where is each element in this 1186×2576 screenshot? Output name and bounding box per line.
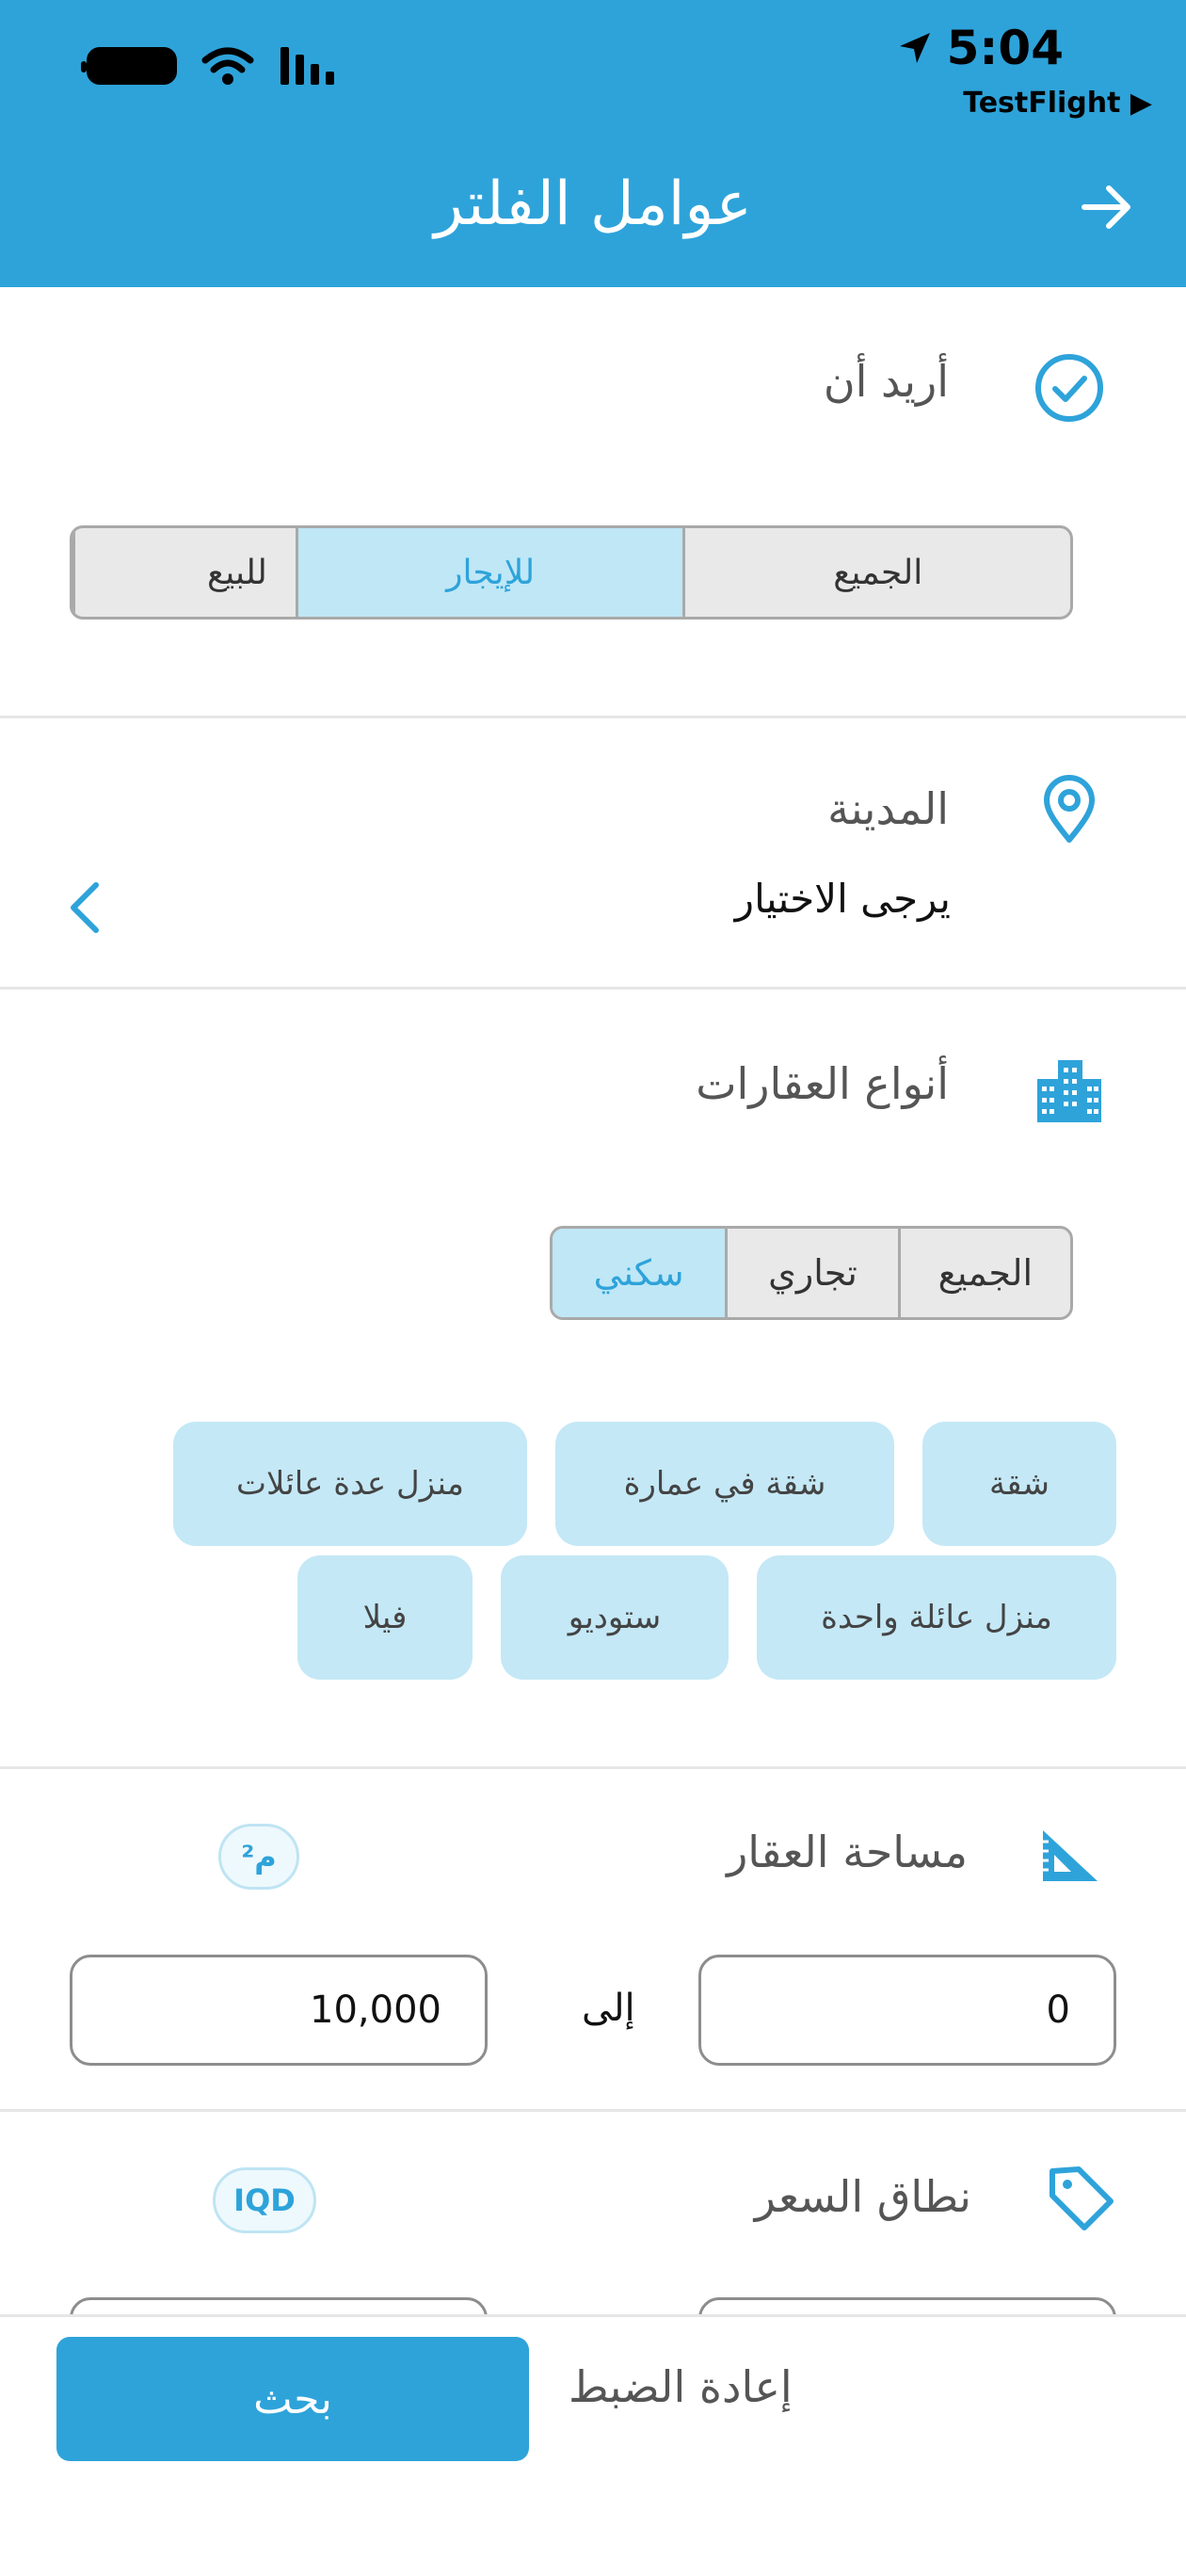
battery-icon	[81, 47, 177, 85]
category-commercial[interactable]: تجاري	[725, 1229, 897, 1317]
page-title: عوامل الفلتر	[434, 169, 752, 239]
divider	[0, 2109, 1186, 2112]
chip-studio[interactable]: ستوديو	[501, 1555, 729, 1680]
category-segmented-control: الجميع تجاري سكني	[550, 1226, 1073, 1320]
search-button[interactable]: بحث	[56, 2337, 529, 2461]
segment-for-sale[interactable]: للبيع	[72, 528, 296, 617]
check-circle-icon	[1035, 354, 1103, 422]
chip-villa[interactable]: فيلا	[297, 1555, 473, 1680]
area-to-label: إلى	[582, 1987, 635, 2030]
city-title: المدينة	[827, 783, 949, 834]
category-residential[interactable]: سكني	[553, 1229, 726, 1317]
chip-single-family-house[interactable]: منزل عائلة واحدة	[757, 1555, 1116, 1680]
status-time: 5:04	[896, 21, 1064, 75]
testflight-label[interactable]: TestFlight ▶	[963, 87, 1152, 120]
segment-all[interactable]: الجميع	[682, 528, 1070, 617]
category-all[interactable]: الجميع	[897, 1229, 1070, 1317]
chip-apartment-in-building[interactable]: شقة في عمارة	[555, 1422, 894, 1546]
reset-button[interactable]: إعادة الضبط	[569, 2361, 793, 2412]
divider	[0, 716, 1186, 718]
price-unit-badge[interactable]: IQD	[213, 2167, 316, 2233]
segment-overflow-mask	[0, 508, 70, 640]
price-tag-icon	[1050, 2166, 1114, 2230]
back-arrow-icon[interactable]	[1073, 174, 1139, 240]
price-title: نطاق السعر	[754, 2171, 971, 2222]
segment-for-rent[interactable]: للإيجار	[295, 528, 683, 617]
area-max-input[interactable]: 10,000	[70, 1955, 488, 2066]
location-arrow-icon	[899, 33, 930, 63]
area-title: مساحة العقار	[727, 1827, 968, 1877]
app-header: 5:04 TestFlight ▶ عوامل الفلتر	[0, 0, 1186, 287]
area-min-input[interactable]: 0	[698, 1955, 1116, 2066]
chip-multi-family-house[interactable]: منزل عدة عائلات	[173, 1422, 527, 1546]
property-types-title: أنواع العقارات	[696, 1058, 949, 1109]
intent-title: أريد أن	[823, 356, 949, 407]
chip-apartment[interactable]: شقة	[922, 1422, 1116, 1546]
divider	[0, 987, 1186, 990]
signal-icon	[280, 47, 334, 85]
chevron-left-icon[interactable]	[64, 879, 105, 936]
wifi-icon	[201, 47, 254, 85]
buildings-icon	[1037, 1060, 1101, 1122]
ruler-triangle-icon	[1043, 1830, 1098, 1881]
location-pin-icon	[1044, 775, 1095, 843]
status-icons	[81, 45, 339, 87]
city-select-value[interactable]: يرجى الاختيار	[735, 876, 951, 922]
intent-segmented-control: الجميع للإيجار للبيع	[70, 525, 1073, 620]
time-text: 5:04	[946, 21, 1064, 75]
area-unit-badge[interactable]: م²	[218, 1824, 299, 1890]
divider	[0, 1766, 1186, 1769]
